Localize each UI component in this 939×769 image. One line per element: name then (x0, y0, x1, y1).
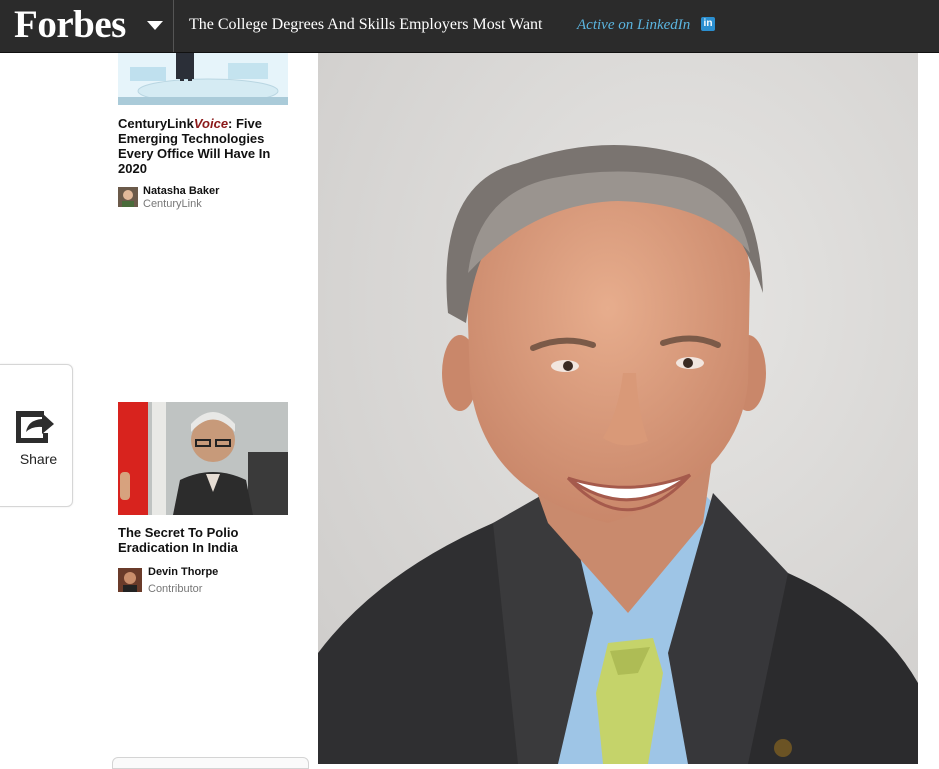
story-title-link[interactable]: The Secret To Polio Eradication In India (118, 525, 293, 555)
story-title-link[interactable]: CenturyLinkVoice: Five Emerging Technolo… (118, 116, 293, 176)
active-on-linkedin-link[interactable]: Active on LinkedIn (577, 0, 690, 50)
top-bar: Forbes The College Degrees And Skills Em… (0, 0, 939, 53)
hero-photo (318, 53, 918, 764)
author-role: Contributor (148, 583, 203, 595)
story-thumbnail[interactable] (118, 402, 288, 515)
article-title: The College Degrees And Skills Employers… (189, 16, 543, 33)
share-arrow-icon (16, 411, 54, 443)
author-name[interactable]: Natasha Baker (143, 185, 219, 197)
author-name[interactable]: Devin Thorpe (148, 566, 218, 578)
forbes-logo[interactable]: Forbes (14, 0, 126, 52)
avatar (118, 568, 142, 592)
author-byline[interactable]: Natasha Baker CenturyLink (118, 185, 298, 211)
brand-voice: Voice (193, 116, 229, 131)
author-byline[interactable]: Devin Thorpe Contributor (118, 566, 298, 595)
share-label: Share (19, 451, 58, 467)
bottom-tab[interactable] (112, 757, 309, 769)
brand-name: CenturyLink (118, 116, 194, 131)
story-thumbnail[interactable] (118, 53, 288, 105)
chevron-down-icon[interactable] (146, 18, 164, 32)
author-role: CenturyLink (143, 198, 202, 210)
avatar (118, 187, 138, 207)
divider (173, 0, 174, 52)
linkedin-icon[interactable]: in (701, 17, 715, 31)
share-button[interactable]: Share (0, 364, 73, 507)
